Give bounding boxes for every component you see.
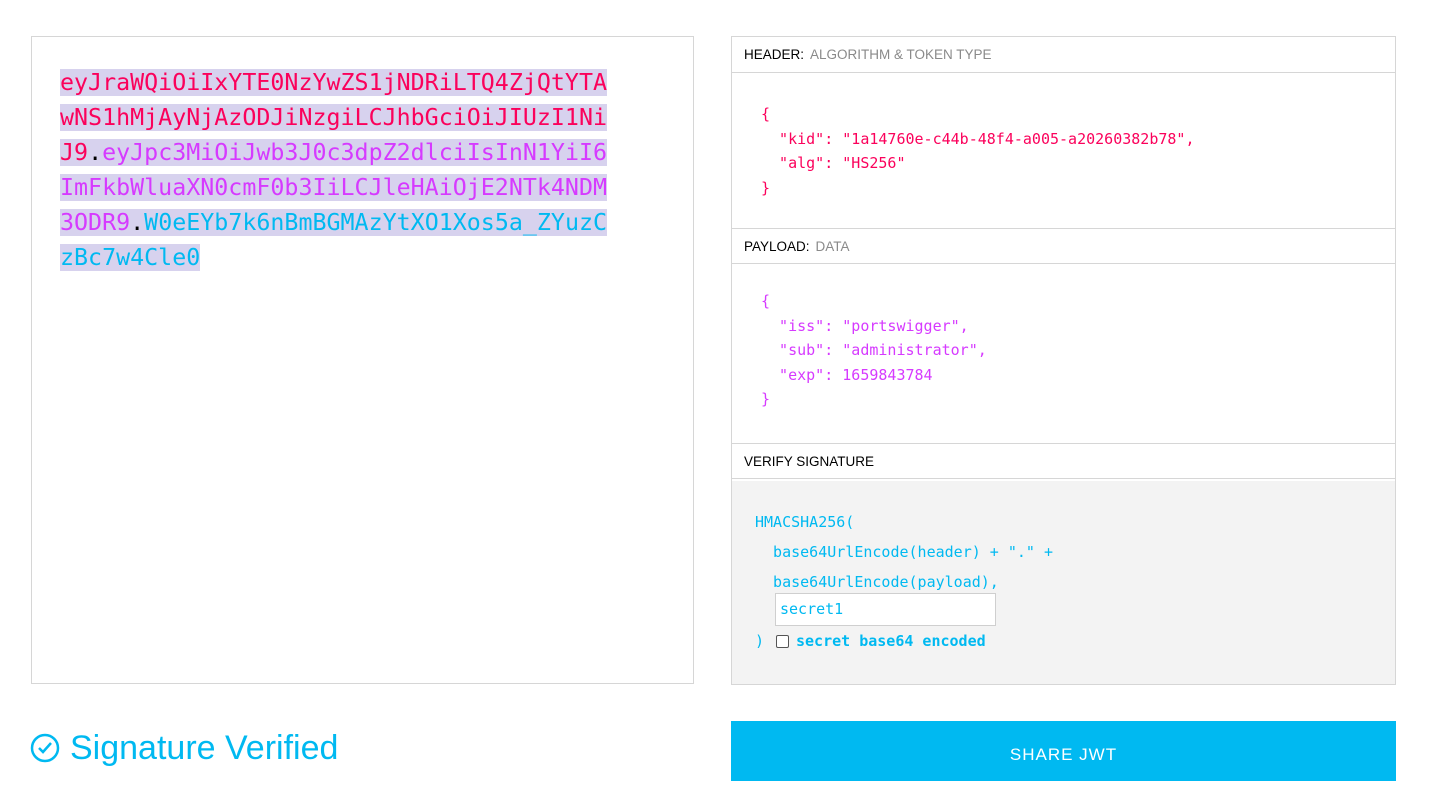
payload-json-editor[interactable]: { "iss": "portswigger", "sub": "administ… (761, 289, 987, 412)
signature-status-text: Signature Verified (70, 729, 339, 767)
decoded-panel: HEADER: ALGORITHM & TOKEN TYPE { "kid": "… (731, 36, 1396, 685)
verify-signature-area: HMACSHA256( base64UrlEncode(header) + ".… (732, 481, 1395, 684)
close-paren: ) (755, 632, 765, 650)
token-dot: . (88, 139, 103, 166)
secret-base64-checkbox[interactable] (776, 635, 789, 648)
payload-sublabel: DATA (815, 239, 850, 254)
share-jwt-button[interactable]: SHARE JWT (731, 721, 1396, 781)
header-section-title: HEADER: ALGORITHM & TOKEN TYPE (732, 37, 1395, 73)
header-json-editor[interactable]: { "kid": "1a14760e-c44b-48f4-a005-a20260… (761, 102, 1194, 200)
verify-label: VERIFY SIGNATURE (744, 454, 875, 469)
payload-label: PAYLOAD: (744, 239, 810, 254)
header-label: HEADER: (744, 47, 805, 62)
header-sublabel: ALGORITHM & TOKEN TYPE (810, 47, 992, 62)
verify-section-title: VERIFY SIGNATURE (732, 443, 1395, 479)
header-encode-line: base64UrlEncode(header) + "." + (755, 543, 1054, 561)
verify-code: HMACSHA256( base64UrlEncode(header) + ".… (755, 507, 1053, 597)
check-circle-icon (30, 733, 60, 763)
encoded-token-textarea[interactable]: eyJraWQiOiIxYTE0NzYwZS1jNDRiLTQ4ZjQtYTAw… (60, 65, 608, 275)
encoded-token-panel[interactable]: eyJraWQiOiIxYTE0NzYwZS1jNDRiLTQ4ZjQtYTAw… (31, 36, 694, 684)
payload-section-title: PAYLOAD: DATA (732, 228, 1395, 264)
secret-input[interactable]: secret1 (775, 593, 996, 626)
hmac-function-line: HMACSHA256( (755, 513, 855, 531)
secret-base64-label[interactable]: secret base64 encoded (796, 629, 986, 653)
token-dot: . (130, 209, 145, 236)
signature-status: Signature Verified (30, 728, 338, 768)
